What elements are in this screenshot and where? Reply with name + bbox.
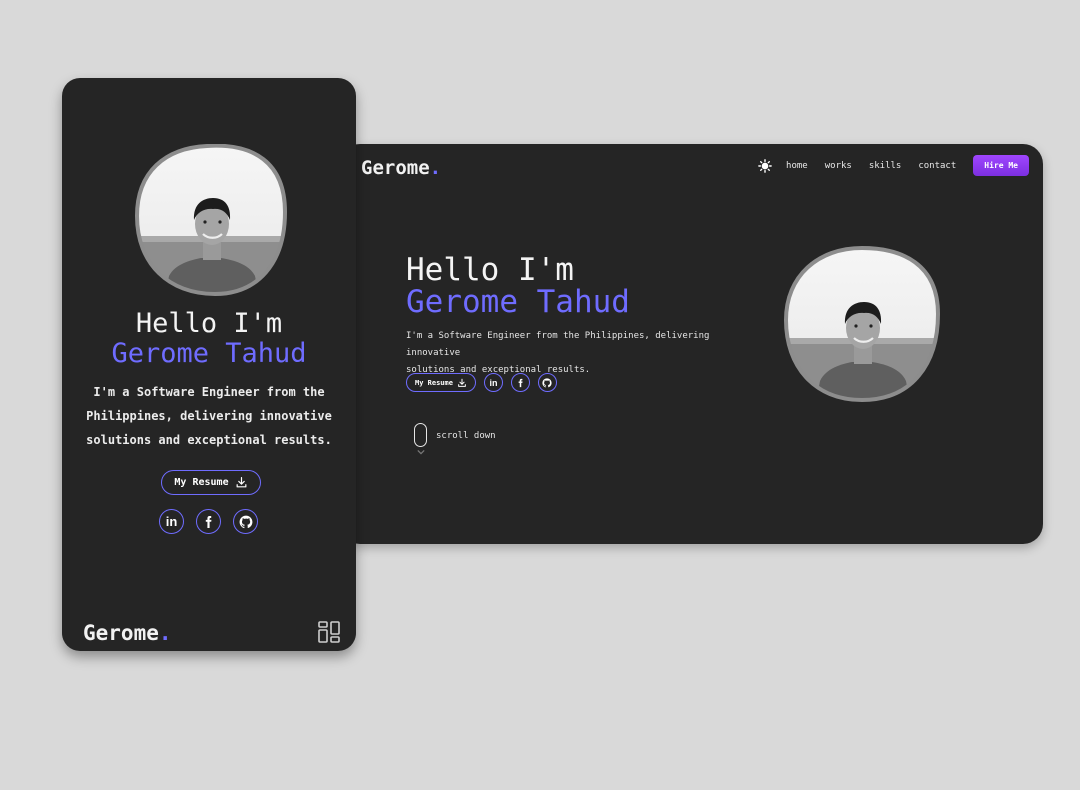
hero-description-line: I'm a Software Engineer from the Philipp… xyxy=(406,331,710,358)
download-icon xyxy=(458,378,466,387)
hero-description: I'm a Software Engineer from the Philipp… xyxy=(406,328,752,379)
resume-label: My Resume xyxy=(415,378,453,387)
facebook-icon xyxy=(205,515,212,528)
github-button[interactable] xyxy=(233,509,258,534)
linkedin-button[interactable]: in xyxy=(159,509,184,534)
hero-description-line: solutions and exceptional results. xyxy=(86,433,332,447)
github-button[interactable] xyxy=(537,373,557,392)
logo-text: Gerome xyxy=(361,157,430,179)
nav-contact[interactable]: contact xyxy=(918,161,956,171)
linkedin-icon: in xyxy=(165,514,178,529)
facebook-button[interactable] xyxy=(196,509,221,534)
linkedin-icon: in xyxy=(489,377,498,388)
github-icon xyxy=(239,515,252,528)
nav-home[interactable]: home xyxy=(786,161,808,171)
nav-works[interactable]: works xyxy=(825,161,852,171)
menu-grid-icon[interactable] xyxy=(318,621,340,643)
facebook-button[interactable] xyxy=(510,373,530,392)
mobile-preview: Hello I'm Gerome Tahud I'm a Software En… xyxy=(62,78,356,651)
logo[interactable]: Gerome. xyxy=(361,157,441,179)
github-icon xyxy=(542,377,553,387)
profile-photo xyxy=(135,144,287,296)
hero-name: Gerome Tahud xyxy=(111,338,307,369)
mouse-icon xyxy=(414,423,427,447)
hero-name: Gerome Tahud xyxy=(406,284,630,320)
scroll-label: scroll down xyxy=(436,431,496,441)
linkedin-button[interactable]: in xyxy=(483,373,503,392)
resume-button[interactable]: My Resume xyxy=(161,470,261,495)
logo-dot: . xyxy=(158,621,172,645)
nav-skills[interactable]: skills xyxy=(869,161,902,171)
navbar: home works skills contact Hire Me xyxy=(757,155,1029,176)
scroll-indicator[interactable]: scroll down xyxy=(414,423,496,455)
logo-text: Gerome xyxy=(83,621,159,645)
hero-description-line: Philippines, delivering innovative xyxy=(86,409,332,423)
hero-description: I'm a Software Engineer from the Philipp… xyxy=(82,380,336,452)
social-links: in xyxy=(159,509,270,534)
hero-actions: My Resume in xyxy=(406,373,565,392)
desktop-preview: Gerome. home works skills contact Hire M… xyxy=(340,144,1043,544)
facebook-icon xyxy=(518,378,523,387)
resume-label: My Resume xyxy=(174,477,229,488)
logo[interactable]: Gerome. xyxy=(83,621,172,645)
download-icon xyxy=(236,477,247,488)
resume-button[interactable]: My Resume xyxy=(406,373,476,392)
profile-photo xyxy=(784,246,940,402)
logo-dot: . xyxy=(429,157,442,179)
hero-greeting: Hello I'm xyxy=(406,252,574,288)
hero-greeting: Hello I'm xyxy=(135,308,283,339)
sun-icon[interactable] xyxy=(757,158,773,174)
hero-description-line: I'm a Software Engineer from the xyxy=(93,385,325,399)
hire-me-button[interactable]: Hire Me xyxy=(973,155,1029,176)
chevron-down-icon xyxy=(417,449,425,455)
